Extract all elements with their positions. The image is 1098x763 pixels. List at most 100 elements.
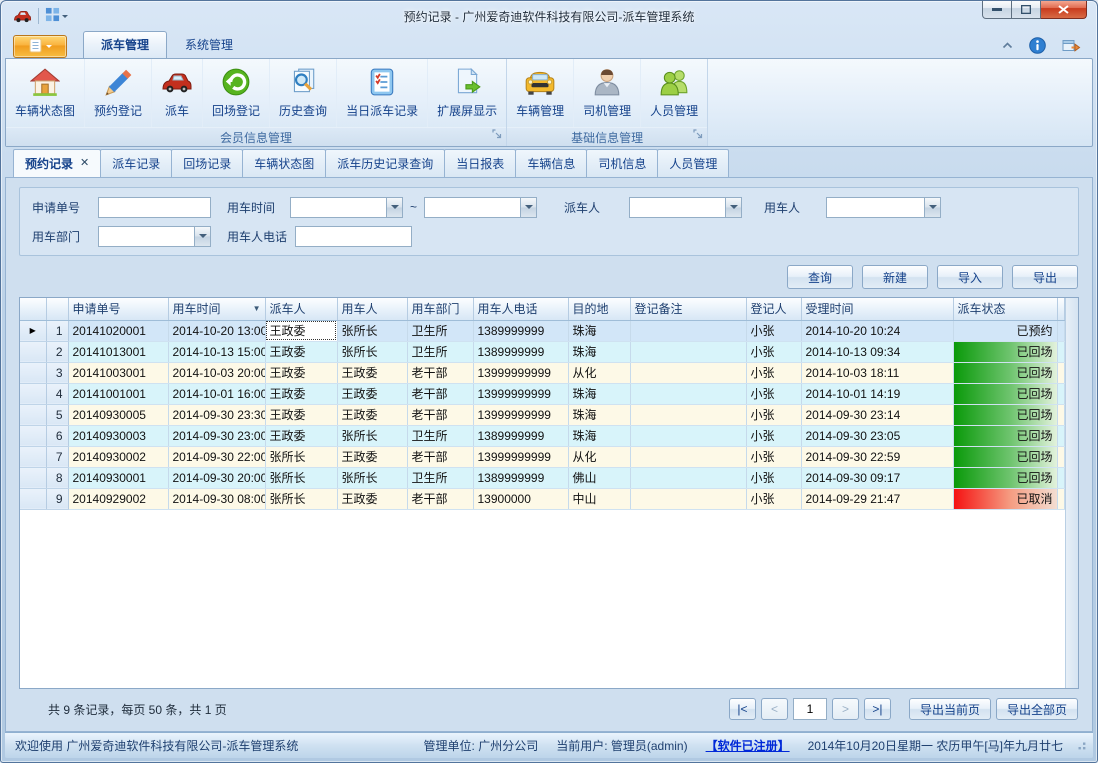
chevron-down-icon[interactable] [725, 197, 742, 218]
row-indicator[interactable] [20, 488, 46, 509]
cell-registrar[interactable]: 小张 [746, 383, 801, 404]
cell-dispatcher[interactable]: 张所长 [265, 446, 337, 467]
cell-use_time[interactable]: 2014-09-30 23:00 [168, 425, 265, 446]
cell-registrar[interactable]: 小张 [746, 446, 801, 467]
cell-remark[interactable] [630, 383, 746, 404]
cell-destination[interactable]: 珠海 [568, 341, 630, 362]
chevron-down-icon[interactable] [194, 226, 211, 247]
row-indicator[interactable] [20, 362, 46, 383]
ribbon-tab-dispatch-management[interactable]: 派车管理 [83, 31, 167, 58]
column-header-7[interactable]: 用车人电话 [473, 298, 568, 320]
document-tab[interactable]: 派车历史记录查询 [325, 149, 445, 177]
document-tab[interactable]: 当日报表 [444, 149, 516, 177]
row-number[interactable]: 9 [46, 488, 68, 509]
cell-accept_time[interactable]: 2014-10-13 09:34 [801, 341, 953, 362]
chevron-down-icon[interactable] [386, 197, 403, 218]
ribbon-button-checklist[interactable]: 当日派车记录 [337, 59, 428, 127]
cell-dispatcher[interactable]: 王政委 [265, 404, 337, 425]
cell-dispatcher[interactable]: 张所长 [265, 467, 337, 488]
cell-destination[interactable]: 佛山 [568, 467, 630, 488]
cell-registrar[interactable]: 小张 [746, 404, 801, 425]
department-combo[interactable] [98, 226, 211, 247]
cell-accept_time[interactable]: 2014-09-30 09:17 [801, 467, 953, 488]
cell-dispatcher[interactable]: 王政委 [265, 425, 337, 446]
cell-phone[interactable]: 13999999999 [473, 404, 568, 425]
cell-destination[interactable]: 珠海 [568, 404, 630, 425]
use-time-from-combo[interactable] [290, 197, 403, 218]
close-button[interactable] [1041, 0, 1087, 19]
cell-apply_no[interactable]: 20140929002 [68, 488, 168, 509]
use-time-to-combo[interactable] [424, 197, 537, 218]
document-tab[interactable]: 预约记录✕ [13, 149, 101, 177]
create-button[interactable]: 新建 [862, 265, 928, 289]
cell-destination[interactable]: 珠海 [568, 320, 630, 341]
cell-department[interactable]: 卫生所 [407, 341, 473, 362]
row-indicator[interactable] [20, 341, 46, 362]
cell-user[interactable]: 张所长 [337, 425, 407, 446]
cell-dispatcher[interactable]: 王政委 [265, 341, 337, 362]
cell-apply_no[interactable]: 20141020001 [68, 320, 168, 341]
cell-phone[interactable]: 1389999999 [473, 320, 568, 341]
column-header-5[interactable]: 用车人 [337, 298, 407, 320]
cell-destination[interactable]: 珠海 [568, 383, 630, 404]
chevron-down-icon[interactable] [520, 197, 537, 218]
cell-apply_no[interactable]: 20140930003 [68, 425, 168, 446]
row-indicator[interactable] [20, 425, 46, 446]
cell-apply_no[interactable]: 20141013001 [68, 341, 168, 362]
cell-status[interactable]: 已回场 [953, 404, 1057, 425]
layout-switch-icon[interactable] [45, 7, 68, 25]
export-current-page-button[interactable]: 导出当前页 [909, 698, 991, 720]
table-row[interactable]: 5201409300052014-09-30 23:30王政委王政委老干部139… [20, 404, 1065, 425]
import-button[interactable]: 导入 [937, 265, 1003, 289]
maximize-button[interactable] [1012, 0, 1041, 19]
column-header-8[interactable]: 目的地 [568, 298, 630, 320]
cell-apply_no[interactable]: 20141001001 [68, 383, 168, 404]
ribbon-button-red-car[interactable]: 派车 [152, 59, 203, 127]
row-indicator[interactable] [20, 404, 46, 425]
cell-phone[interactable]: 1389999999 [473, 341, 568, 362]
table-row[interactable]: 8201409300012014-09-30 20:00张所长张所长卫生所138… [20, 467, 1065, 488]
minimize-button[interactable] [982, 0, 1012, 19]
dialog-launcher-icon[interactable] [693, 128, 703, 142]
cell-remark[interactable] [630, 488, 746, 509]
cell-dispatcher[interactable]: 王政委 [265, 383, 337, 404]
cell-accept_time[interactable]: 2014-10-20 10:24 [801, 320, 953, 341]
document-tab[interactable]: 回场记录 [171, 149, 243, 177]
row-indicator[interactable]: ▶ [20, 320, 46, 341]
cell-status[interactable]: 已回场 [953, 425, 1057, 446]
ribbon-button-recycle[interactable]: 回场登记 [203, 59, 270, 127]
cell-use_time[interactable]: 2014-09-30 23:30 [168, 404, 265, 425]
cell-use_time[interactable]: 2014-10-01 16:00 [168, 383, 265, 404]
cell-use_time[interactable]: 2014-09-30 08:00 [168, 488, 265, 509]
row-number[interactable]: 2 [46, 341, 68, 362]
next-page-button[interactable]: > [832, 698, 859, 720]
cell-user[interactable]: 张所长 [337, 320, 407, 341]
cell-destination[interactable]: 中山 [568, 488, 630, 509]
cell-department[interactable]: 老干部 [407, 446, 473, 467]
table-row[interactable]: 6201409300032014-09-30 23:00王政委张所长卫生所138… [20, 425, 1065, 446]
last-page-button[interactable]: >| [864, 698, 891, 720]
cell-phone[interactable]: 13900000 [473, 488, 568, 509]
ribbon-button-pencil[interactable]: 预约登记 [85, 59, 152, 127]
cell-remark[interactable] [630, 362, 746, 383]
cell-destination[interactable]: 从化 [568, 362, 630, 383]
cell-user[interactable]: 王政委 [337, 446, 407, 467]
row-indicator[interactable] [20, 383, 46, 404]
cell-dispatcher[interactable]: 王政委 [265, 320, 337, 341]
cell-apply_no[interactable]: 20140930001 [68, 467, 168, 488]
column-header-2[interactable]: 申请单号 [68, 298, 168, 320]
row-number[interactable]: 7 [46, 446, 68, 467]
document-tab[interactable]: 车辆状态图 [242, 149, 326, 177]
ribbon-button-people[interactable]: 人员管理 [641, 59, 707, 127]
column-header-9[interactable]: 登记备注 [630, 298, 746, 320]
cell-dispatcher[interactable]: 张所长 [265, 488, 337, 509]
cell-department[interactable]: 卫生所 [407, 467, 473, 488]
collapse-ribbon-icon[interactable] [1002, 42, 1013, 49]
cell-status[interactable]: 已取消 [953, 488, 1057, 509]
row-number[interactable]: 6 [46, 425, 68, 446]
export-button[interactable]: 导出 [1012, 265, 1078, 289]
cell-apply_no[interactable]: 20141003001 [68, 362, 168, 383]
cell-phone[interactable]: 13999999999 [473, 383, 568, 404]
license-status-link[interactable]: 【软件已注册】 [697, 737, 799, 754]
user-combo[interactable] [826, 197, 941, 218]
